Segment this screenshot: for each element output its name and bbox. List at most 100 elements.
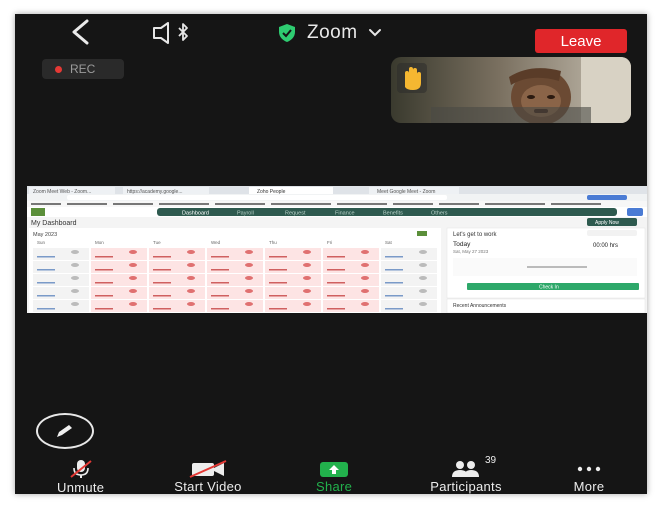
calendar-cell [91,300,147,312]
calendar-cell [381,261,437,273]
unmute-button[interactable]: Unmute [57,459,104,494]
calendar-status-dot [245,302,253,306]
calendar-cell [149,274,205,286]
calendar-status-dot [187,289,195,293]
calendar-status-dot [245,250,253,254]
calendar-status-dot [361,276,369,280]
calendar-cell-text [153,295,171,297]
calendar-status-dot [361,263,369,267]
calendar-status-dot [419,263,427,267]
calendar-cell-text [95,256,113,258]
calendar-status-dot [71,289,79,293]
calendar-cell-text [211,295,229,297]
top-bar: Zoom Leave [15,14,647,53]
calendar-status-dot [245,276,253,280]
calendar-cell [323,274,379,286]
back-chevron-icon[interactable] [65,18,95,46]
calendar-cell-text [385,282,403,284]
calendar-status-dot [187,263,195,267]
share-button[interactable]: Share [316,459,352,494]
calendar-cell-text [269,256,287,258]
calendar-cell-text [385,269,403,271]
calendar-cell [207,287,263,299]
svg-text:My Dashboard: My Dashboard [31,220,77,227]
calendar-status-dot [187,302,195,306]
calendar-cell [323,300,379,312]
calendar-cell-text [385,308,403,310]
calendar-cell [381,287,437,299]
calendar-day-header: Tue [153,240,161,245]
svg-text:Dashboard: Dashboard [182,211,209,217]
svg-text:Sat, May 27 2023: Sat, May 27 2023 [453,249,489,254]
meeting-title: Zoom [307,22,358,43]
calendar-cell [381,274,437,286]
svg-text:Request: Request [285,211,306,217]
calendar-cell [265,274,321,286]
calendar-cell-text [327,295,345,297]
participants-icon [452,460,479,477]
calendar-status-dot [361,250,369,254]
calendar-cell-text [385,295,403,297]
calendar-status-dot [303,263,311,267]
calendar-cell-text [37,308,55,310]
calendar-status-dot [303,289,311,293]
recording-dot-icon [55,65,62,73]
svg-text:Payroll: Payroll [237,211,254,217]
calendar-cell-text [153,269,171,271]
speaker-bluetooth-icon[interactable] [151,22,195,44]
calendar-day-header: Wed [211,240,221,245]
calendar-cell-text [269,269,287,271]
calendar-cell [323,261,379,273]
calendar-cell [149,300,205,312]
calendar-status-dot [303,250,311,254]
start-video-button[interactable]: Start Video [163,459,253,494]
calendar-cell [91,274,147,286]
calendar-cell [265,287,321,299]
calendar-cell [91,248,147,260]
meeting-title-dropdown[interactable]: Zoom [277,20,382,46]
calendar-status-dot [129,250,137,254]
svg-text:Recent Announcements: Recent Announcements [453,303,507,309]
calendar-status-dot [419,250,427,254]
calendar-cell [149,287,205,299]
calendar-cell [207,248,263,260]
share-arrow-icon [320,461,349,477]
leave-button[interactable]: Leave [535,29,627,53]
meeting-controls-toolbar: Unmute Start Video Share 39 Participants… [15,455,647,494]
calendar-status-dot [71,302,79,306]
calendar-cell [323,248,379,260]
annotate-pen-button[interactable] [36,413,94,449]
calendar-cell-text [153,256,171,258]
calendar-cell-text [269,295,287,297]
calendar-cell [207,261,263,273]
svg-text:Finance: Finance [335,211,355,217]
participant-video-thumbnail[interactable] [391,57,631,123]
calendar-cell-text [269,308,287,310]
calendar-cell-text [95,308,113,310]
calendar-status-dot [361,289,369,293]
shared-screen-content: Zoom Meet Web - Zoom... https://academy.… [27,186,647,313]
calendar-cell-text [153,308,171,310]
participants-button[interactable]: 39 Participants [417,455,515,494]
shield-check-icon [279,24,295,42]
calendar-status-dot [361,302,369,306]
calendar-cell [91,287,147,299]
unmute-label: Unmute [57,480,105,494]
video-off-icon [189,459,227,478]
more-button[interactable]: More [567,459,611,494]
svg-text:Today: Today [453,241,471,248]
calendar-cell [33,300,89,312]
mic-muted-icon [70,460,92,478]
calendar-day-header: Thu [269,240,277,245]
calendar-cell [33,287,89,299]
more-label: More [573,479,605,494]
calendar-cell-text [327,256,345,258]
calendar-cell [149,261,205,273]
calendar-cell [265,248,321,260]
calendar-cell-text [211,269,229,271]
calendar-cell-text [37,269,55,271]
calendar-cell [33,248,89,260]
svg-text:Check In: Check In [539,285,559,291]
calendar-status-dot [245,263,253,267]
recording-label: REC [70,62,96,76]
